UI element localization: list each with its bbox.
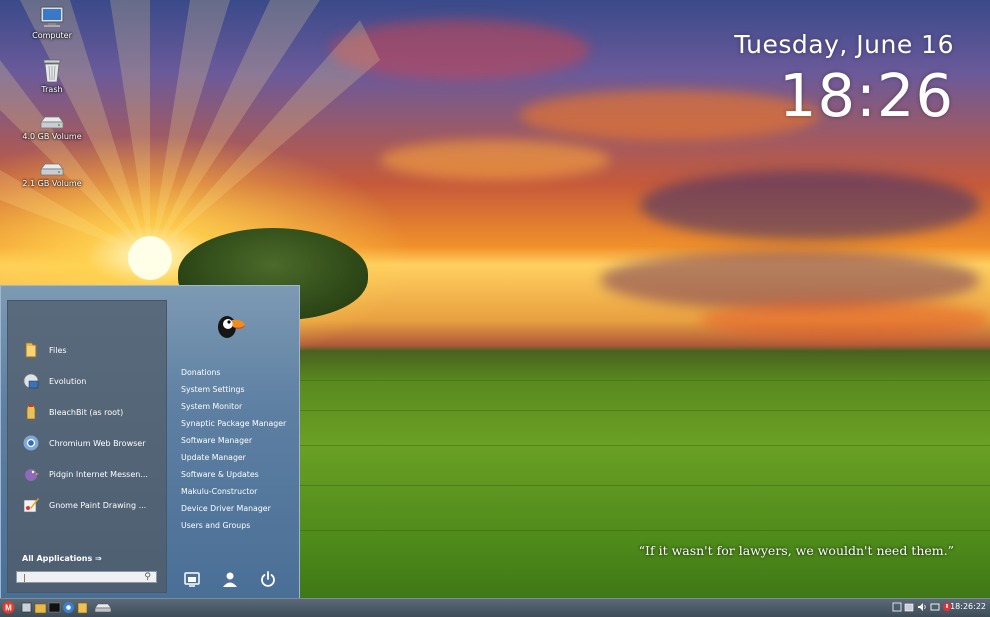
menu-item-synaptic[interactable]: Synaptic Package Manager — [181, 419, 286, 428]
bleachbit-icon — [26, 404, 36, 420]
menu-item-update-manager[interactable]: Update Manager — [181, 453, 246, 462]
show-desktop-icon[interactable] — [20, 601, 33, 614]
drive-icon[interactable] — [94, 601, 112, 614]
makulu-toucan-logo — [218, 316, 245, 338]
taskbar-clock[interactable]: 18:26:22 — [950, 602, 986, 611]
lock-screen-icon[interactable] — [183, 570, 201, 588]
menu-item-device-driver-manager[interactable]: Device Driver Manager — [181, 504, 271, 513]
all-applications-button[interactable]: All Applications ⇒ — [22, 554, 102, 563]
menu-search-input[interactable]: | ⚲ — [16, 571, 157, 583]
system-panel: Donations System Settings System Monitor… — [173, 286, 297, 599]
folder-icon — [25, 342, 37, 358]
power-icon[interactable] — [259, 570, 277, 588]
clipboard-icon[interactable] — [892, 602, 902, 612]
svg-text:M: M — [5, 604, 12, 613]
desktop-icon-label: Trash — [41, 85, 63, 94]
taskbar: M 18:26:22 — [0, 598, 990, 617]
pidgin-icon — [25, 469, 39, 481]
evolution-icon — [23, 373, 39, 389]
desktop-quote: “If it wasn't for lawyers, we wouldn't n… — [638, 543, 954, 558]
favorite-bleachbit[interactable]: BleachBit (as root) — [22, 401, 123, 423]
drive-icon — [40, 163, 64, 176]
menu-item-system-settings[interactable]: System Settings — [181, 385, 245, 394]
favorite-gnome-paint[interactable]: Gnome Paint Drawing ... — [22, 494, 146, 516]
menu-item-users-groups[interactable]: Users and Groups — [181, 521, 250, 530]
computer-icon — [40, 6, 64, 27]
files-launcher-icon[interactable] — [34, 601, 47, 614]
drive-icon — [40, 116, 64, 129]
browser-icon[interactable] — [62, 601, 75, 614]
favorites-panel: Files Evolution BleachBit (as root) Chro… — [7, 300, 167, 593]
menu-item-software-manager[interactable]: Software Manager — [181, 436, 252, 445]
favorite-label: Pidgin Internet Messen... — [49, 469, 148, 479]
network-icon[interactable] — [930, 602, 940, 612]
menu-start-button-icon[interactable]: M — [2, 601, 15, 614]
trash-icon — [43, 59, 61, 83]
menu-item-donations[interactable]: Donations — [181, 368, 221, 377]
desktop-icon-volume-4gb[interactable]: 4.0 GB Volume — [14, 116, 90, 141]
arrow-right-icon: ⇒ — [95, 554, 102, 563]
desktop-icon-volume-2gb[interactable]: 2.1 GB Volume — [14, 163, 90, 188]
terminal-icon[interactable] — [48, 601, 61, 614]
favorite-pidgin[interactable]: Pidgin Internet Messen... — [22, 463, 148, 485]
favorite-label: Gnome Paint Drawing ... — [49, 500, 147, 510]
clock-time: 18:26 — [778, 61, 954, 130]
search-icon: ⚲ — [144, 572, 151, 582]
desktop-icon-computer[interactable]: Computer — [14, 5, 90, 40]
favorite-label: BleachBit (as root) — [49, 407, 124, 417]
desktop-icon-trash[interactable]: Trash — [14, 57, 90, 94]
desktop-icon-label: 4.0 GB Volume — [22, 132, 82, 141]
all-applications-label: All Applications — [22, 554, 93, 563]
favorite-files[interactable]: Files — [22, 339, 67, 361]
menu-item-system-monitor[interactable]: System Monitor — [181, 402, 242, 411]
favorite-evolution[interactable]: Evolution — [22, 370, 86, 392]
start-menu: Files Evolution BleachBit (as root) Chro… — [0, 285, 300, 598]
desktop-icon-label: 2.1 GB Volume — [22, 179, 82, 188]
text-cursor: | — [23, 573, 26, 582]
favorite-label: Chromium Web Browser — [49, 438, 146, 448]
favorite-chromium[interactable]: Chromium Web Browser — [22, 432, 146, 454]
menu-item-software-updates[interactable]: Software & Updates — [181, 470, 259, 479]
window-icon[interactable] — [904, 602, 914, 612]
favorite-label: Evolution — [49, 376, 87, 386]
desktop-icon-label: Computer — [32, 31, 72, 40]
paint-icon — [23, 498, 39, 513]
volume-icon[interactable] — [917, 602, 927, 612]
user-logout-icon[interactable] — [221, 570, 239, 588]
menu-item-makulu-constructor[interactable]: Makulu-Constructor — [181, 487, 257, 496]
chromium-icon — [23, 435, 39, 451]
clock-date: Tuesday, June 16 — [734, 30, 954, 59]
folder-icon[interactable] — [76, 601, 89, 614]
favorite-label: Files — [49, 345, 67, 355]
